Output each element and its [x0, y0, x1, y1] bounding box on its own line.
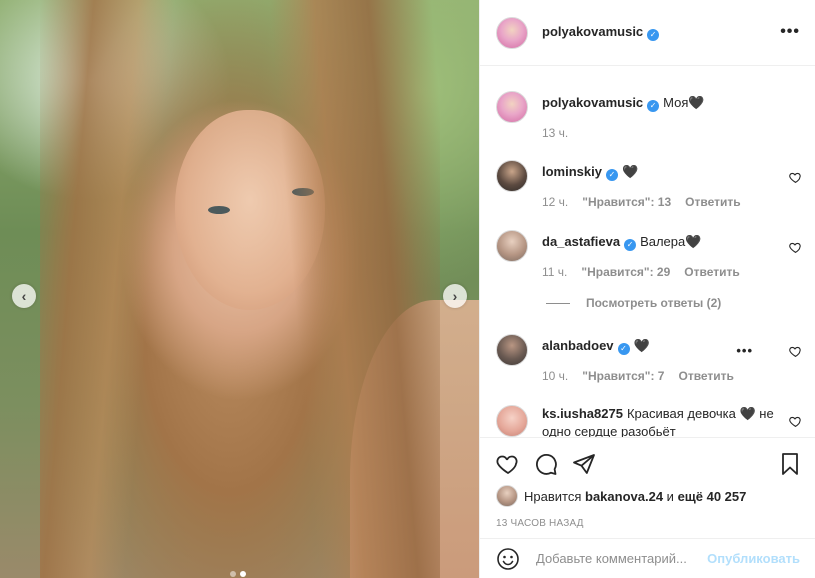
comment-time[interactable]: 12 ч. — [542, 195, 568, 209]
share-paper-plane-icon[interactable] — [572, 452, 596, 476]
post-header: polyakovamusic ✓ ••• — [480, 0, 815, 66]
publish-button[interactable]: Опубликовать — [707, 551, 800, 566]
commenter-avatar[interactable] — [496, 334, 528, 366]
comment-username[interactable]: ks.iusha8275 — [542, 406, 623, 421]
comments-list[interactable]: polyakovamusic ✓ Моя🖤 13 ч. lominskiy ✓ 🖤 12… — [480, 67, 815, 437]
comment-likes[interactable]: "Нравится": 7 — [582, 369, 664, 383]
carousel-indicator — [230, 571, 246, 577]
carousel-dot — [230, 571, 236, 577]
reply-button[interactable]: Ответить — [678, 369, 733, 383]
comment-time[interactable]: 11 ч. — [542, 265, 567, 279]
heart-icon[interactable] — [789, 345, 802, 358]
comment-bubble-icon[interactable] — [534, 452, 558, 476]
more-options-icon[interactable]: ••• — [780, 24, 800, 40]
comment-item: ks.iusha8275 Красивая девочка 🖤 не одно с… — [496, 405, 806, 437]
author-username[interactable]: polyakovamusic ✓ — [542, 24, 660, 41]
commenter-avatar[interactable] — [496, 405, 528, 437]
comment-input[interactable] — [536, 551, 706, 566]
view-replies-button[interactable]: Посмотреть ответы (2) — [546, 296, 721, 310]
chevron-left-icon: ‹ — [21, 288, 27, 304]
comment-username[interactable]: lominskiy — [542, 164, 602, 179]
caption-username[interactable]: polyakovamusic — [542, 95, 643, 110]
like-heart-icon[interactable] — [496, 452, 520, 476]
next-photo-button[interactable]: › — [443, 284, 467, 308]
author-avatar[interactable] — [496, 91, 528, 123]
author-avatar[interactable] — [496, 16, 528, 49]
comment-username[interactable]: da_astafieva — [542, 234, 620, 249]
prev-photo-button[interactable]: ‹ — [12, 284, 36, 308]
emoji-smile-icon[interactable] — [496, 547, 520, 571]
liker-username[interactable]: bakanova.24 — [585, 489, 663, 504]
reply-button[interactable]: Ответить — [684, 265, 739, 279]
comment-item: lominskiy ✓ 🖤 12 ч. "Нравится": 13 Ответить — [496, 160, 806, 209]
verified-icon: ✓ — [605, 169, 618, 181]
caption-time: 13 ч. — [542, 126, 569, 140]
comment-options-icon[interactable]: ••• — [736, 343, 753, 358]
heart-icon[interactable] — [789, 171, 802, 184]
comment-time[interactable]: 10 ч. — [542, 369, 568, 383]
likes-count[interactable]: ещё 40 257 — [678, 489, 747, 504]
comment-likes[interactable]: "Нравится": 13 — [582, 195, 671, 209]
post-photo[interactable]: ‹ › — [0, 0, 479, 578]
verified-icon: ✓ — [647, 100, 660, 112]
comment-likes[interactable]: "Нравится": 29 — [581, 265, 670, 279]
post-panel: polyakovamusic ✓ ••• polyakovamusic ✓ Моя🖤 … — [479, 0, 815, 578]
carousel-dot-active — [240, 571, 246, 577]
likes-summary[interactable]: Нравится bakanova.24 и ещё 40 257 — [496, 485, 746, 507]
caption: polyakovamusic ✓ Моя🖤 13 ч. — [496, 91, 806, 140]
bookmark-icon[interactable] — [778, 452, 802, 476]
verified-icon: ✓ — [647, 29, 660, 41]
commenter-avatar[interactable] — [496, 160, 528, 192]
comment-item: da_astafieva ✓ Валера🖤 11 ч. "Нравится": 29… — [496, 230, 806, 279]
post-viewer: ‹ › polyakovamusic ✓ ••• polyakovamusic ✓ М… — [0, 0, 815, 578]
chevron-right-icon: › — [452, 288, 458, 304]
comment-text: 🖤 — [621, 164, 639, 179]
caption-text: Моя🖤 — [663, 95, 705, 110]
view-replies-label: Посмотреть ответы (2) — [586, 296, 722, 310]
verified-icon: ✓ — [617, 343, 630, 355]
post-timestamp[interactable]: 13 ЧАСОВ НАЗАД — [496, 518, 584, 529]
photo-hair — [40, 0, 440, 578]
comment-text: Валера🖤 — [640, 234, 702, 249]
reply-button[interactable]: Ответить — [685, 195, 740, 209]
comment-item: alanbadoev ✓ 🖤 10 ч. "Нравится": 7 Ответить — [496, 334, 806, 383]
verified-icon: ✓ — [624, 239, 637, 251]
heart-icon[interactable] — [789, 415, 802, 428]
likes-text: Нравится bakanova.24 и ещё 40 257 — [524, 488, 747, 504]
liker-avatar[interactable] — [496, 485, 518, 507]
replies-divider — [546, 302, 570, 304]
heart-icon[interactable] — [789, 241, 802, 254]
comment-text: 🖤 — [633, 338, 650, 353]
action-bar: Нравится bakanova.24 и ещё 40 257 13 ЧАС… — [480, 437, 815, 537]
commenter-avatar[interactable] — [496, 230, 528, 262]
action-icons — [496, 452, 596, 476]
comment-username[interactable]: alanbadoev — [542, 338, 614, 353]
add-comment-bar: Опубликовать — [480, 538, 815, 578]
